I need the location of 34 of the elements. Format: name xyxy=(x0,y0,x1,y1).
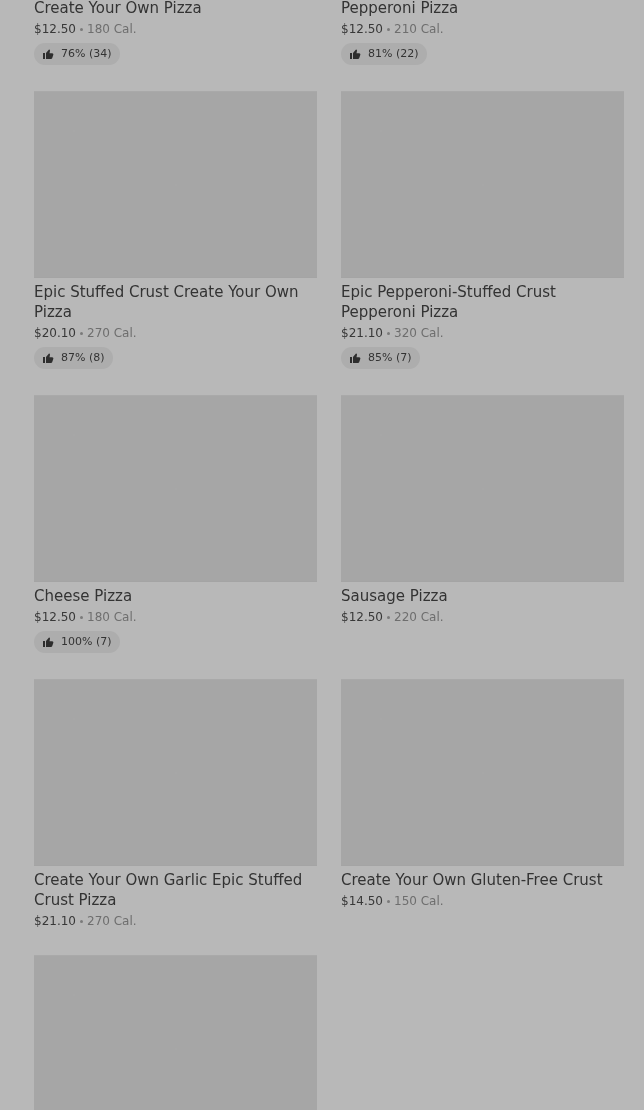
item-calories: 270 Cal. xyxy=(87,913,137,929)
rating-text: 76% (34) xyxy=(61,45,112,62)
item-title[interactable]: Epic Pepperoni-Stuffed Crust Pepperoni Pizza xyxy=(341,282,624,322)
item-price: $21.10 xyxy=(341,325,383,341)
thumbs-up-icon xyxy=(349,48,361,60)
item-calories: 270 Cal. xyxy=(87,325,137,341)
item-title[interactable]: Create Your Own Garlic Epic Stuffed Crust Pizza xyxy=(34,870,317,910)
item-calories: 180 Cal. xyxy=(87,21,137,37)
item-calories: 150 Cal. xyxy=(394,893,444,909)
item-price: $12.50 xyxy=(34,609,76,625)
item-calories: 220 Cal. xyxy=(394,609,444,625)
thumbs-up-icon xyxy=(42,636,54,648)
item-price: $12.50 xyxy=(341,21,383,37)
item-title[interactable]: Pepperoni Pizza xyxy=(341,0,624,18)
item-price: $12.50 xyxy=(34,21,76,37)
item-price: $20.10 xyxy=(34,325,76,341)
item-calories: 320 Cal. xyxy=(394,325,444,341)
item-title[interactable]: Sausage Pizza xyxy=(341,586,624,606)
rating-text: 100% (7) xyxy=(61,633,112,650)
item-price: $12.50 xyxy=(341,609,383,625)
item-calories: 180 Cal. xyxy=(87,609,137,625)
rating-text: 81% (22) xyxy=(368,45,419,62)
rating-text: 85% (7) xyxy=(368,349,412,366)
item-title[interactable]: Create Your Own Pizza xyxy=(34,0,317,18)
thumbs-up-icon xyxy=(349,352,361,364)
item-title[interactable]: Cheese Pizza xyxy=(34,586,317,606)
item-title[interactable]: Epic Stuffed Crust Create Your Own Pizza xyxy=(34,282,317,322)
item-calories: 210 Cal. xyxy=(394,21,444,37)
item-price: $14.50 xyxy=(341,893,383,909)
thumbs-up-icon xyxy=(42,352,54,364)
rating-text: 87% (8) xyxy=(61,349,105,366)
thumbs-up-icon xyxy=(42,48,54,60)
item-title[interactable]: Create Your Own Gluten-Free Crust xyxy=(341,870,624,890)
item-price: $21.10 xyxy=(34,913,76,929)
